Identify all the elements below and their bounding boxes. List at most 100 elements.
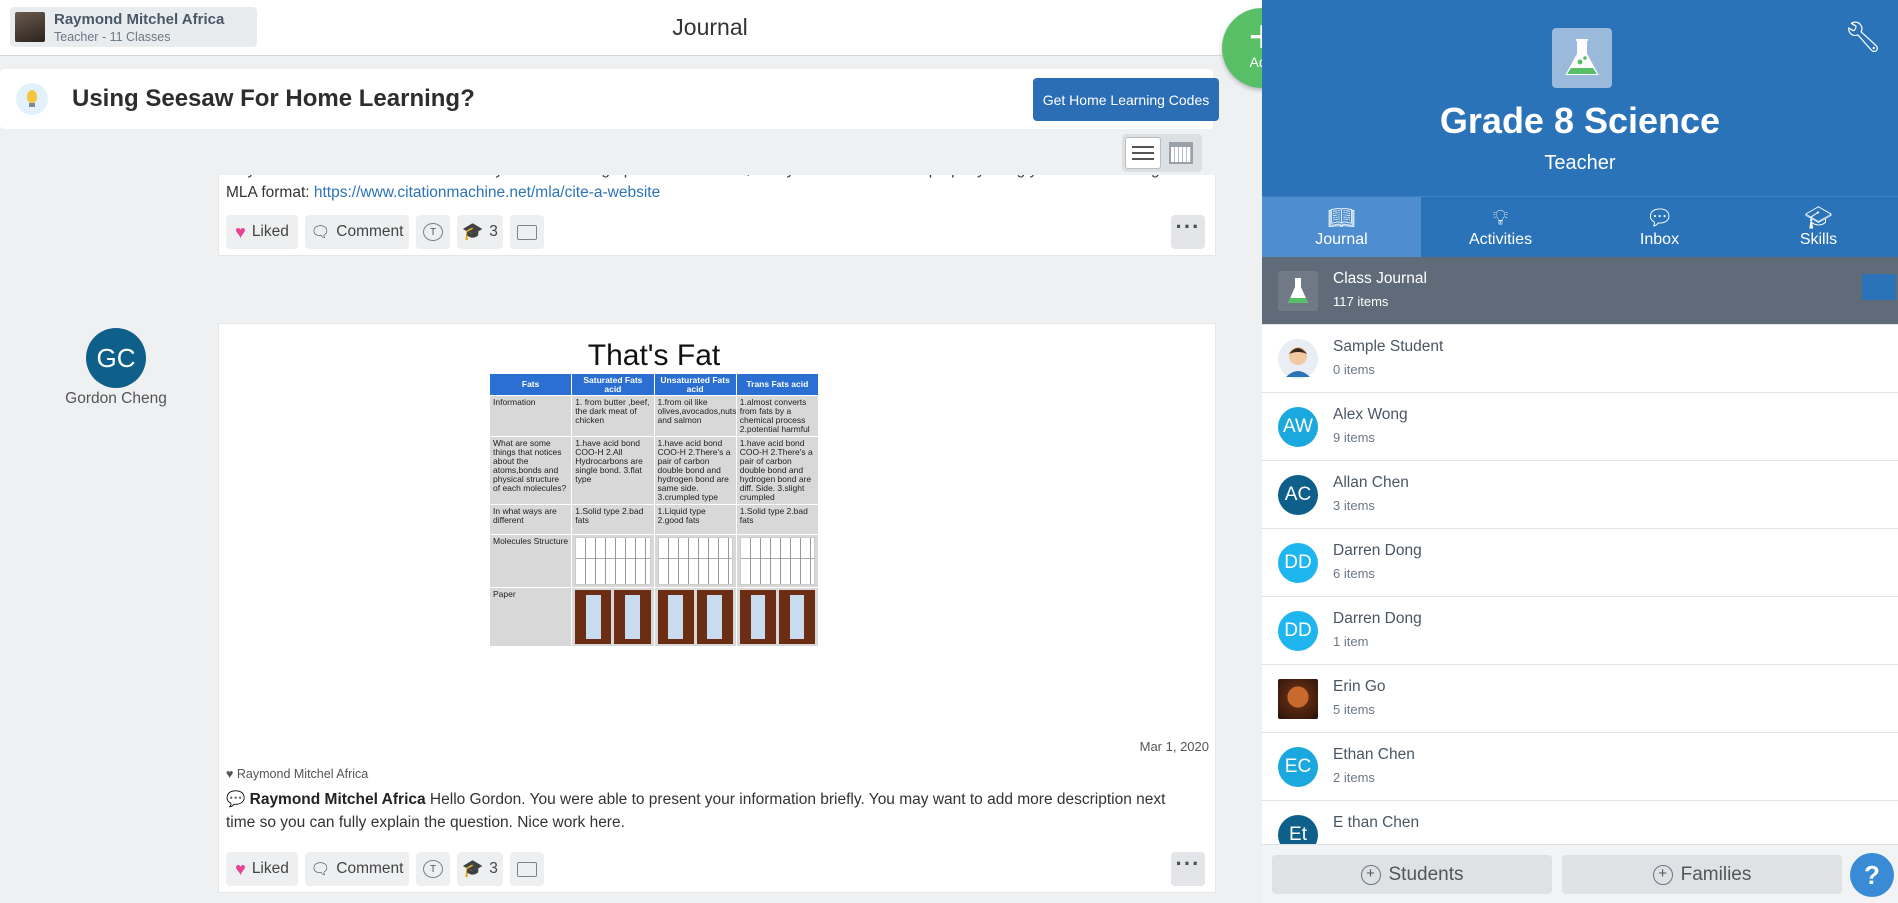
folder-button[interactable] (510, 852, 544, 886)
liked-by: ♥ Raymond Mitchel Africa (226, 767, 368, 781)
student-list: Class Journal 117 items Sample Student 0… (1262, 257, 1898, 844)
table-cell: 1.from oil like olives,avocados,nuts and… (653, 395, 737, 437)
book-icon: 📖︎ (1327, 205, 1356, 230)
more-options-button[interactable]: ··· (1171, 215, 1205, 249)
top-bar: Raymond Mitchel Africa Teacher - 11 Clas… (0, 0, 1262, 56)
tab-skills[interactable]: 🎓︎ Skills (1739, 197, 1898, 257)
avatar: DD (1278, 543, 1318, 583)
teacher-comment: 💬 Raymond Mitchel Africa Hello Gordon. Y… (226, 788, 1191, 834)
tab-journal[interactable]: 📖︎ Journal (1262, 197, 1421, 257)
list-item[interactable]: DD Darren Dong 6 items (1262, 529, 1898, 597)
list-item[interactable]: EC Ethan Chen 2 items (1262, 733, 1898, 801)
avatar: EC (1278, 747, 1318, 787)
list-item[interactable]: Erin Go 5 items (1262, 665, 1898, 733)
paper-photo (571, 587, 655, 647)
author-name: Gordon Cheng (65, 390, 167, 407)
tab-inbox[interactable]: 💬︎ Inbox (1580, 197, 1739, 257)
folder-icon[interactable] (1862, 274, 1896, 300)
tag-button[interactable]: T (416, 215, 450, 249)
tab-label: Inbox (1639, 231, 1680, 248)
item-name: E than Chen (1333, 814, 1420, 831)
plus-circle-icon: + (1360, 864, 1381, 885)
item-name: Ethan Chen (1333, 746, 1415, 763)
view-toggle (1122, 134, 1202, 172)
comment-label: Comment (336, 860, 404, 877)
table-cell: 1. from butter ,beef, the dark meat of c… (571, 395, 655, 437)
author-avatar[interactable]: GC (86, 328, 146, 388)
page-title: Journal (672, 14, 748, 40)
item-name: Class Journal (1333, 270, 1427, 287)
flask-icon (1552, 28, 1612, 88)
item-count: 117 items (1333, 294, 1389, 309)
liked-by-name: Raymond Mitchel Africa (236, 767, 369, 781)
avatar (1278, 339, 1318, 379)
get-home-learning-codes-button[interactable]: Get Home Learning Codes (1033, 78, 1219, 121)
settings-wrench-icon[interactable]: 🔧︎ (1844, 20, 1882, 55)
item-name: Sample Student (1333, 338, 1444, 355)
molecule-diagram (735, 534, 820, 588)
help-button[interactable]: ? (1850, 853, 1894, 897)
comment-button[interactable]: 🗨 Comment (305, 215, 409, 249)
table-cell: 1.have acid bond COO-H 2.There's a pair … (653, 436, 737, 505)
post-actions: ♥ Liked 🗨 Comment T 🎓 3 ··· (226, 215, 1205, 249)
add-students-button[interactable]: + Students (1272, 855, 1552, 894)
folder-icon (517, 224, 537, 240)
folder-button[interactable] (510, 215, 544, 249)
table-cell: Information (488, 395, 573, 437)
tag-icon: T (423, 223, 443, 241)
table-header: Saturated Fats acid (571, 373, 655, 396)
flask-icon (1278, 271, 1318, 311)
students-label: Students (1388, 863, 1464, 885)
tab-activities[interactable]: 💡︎ Activities (1421, 197, 1580, 257)
list-item-class-journal[interactable]: Class Journal 117 items (1262, 257, 1898, 325)
tag-icon: T (423, 860, 443, 878)
table-cell: 1.have acid bond COO-H 2.All Hydrocarbon… (571, 436, 655, 505)
list-item[interactable]: AW Alex Wong 9 items (1262, 393, 1898, 461)
graduation-cap-icon: 🎓 (462, 222, 484, 241)
class-header: 🔧︎ Grade 8 Science Teacher (1262, 0, 1898, 196)
post-actions: ♥ Liked 🗨 Comment T 🎓 3 ··· (226, 852, 1205, 886)
table-cell: Paper (488, 587, 573, 647)
tag-button[interactable]: T (416, 852, 450, 886)
table-cell: 1.have acid bond COO-H 2.There's a pair … (735, 436, 820, 505)
more-options-button[interactable]: ··· (1171, 852, 1205, 886)
comment-button[interactable]: 🗨 Comment (305, 852, 409, 886)
comment-icon: 💬 (226, 791, 246, 808)
list-item[interactable]: AC Allan Chen 3 items (1262, 461, 1898, 529)
skills-button[interactable]: 🎓 3 (457, 215, 503, 249)
list-icon (1132, 146, 1154, 148)
sidebar-footer: + Students + Families ? (1262, 844, 1898, 903)
like-button[interactable]: ♥ Liked (226, 852, 298, 886)
post-card: may want to check out how to effectively… (218, 175, 1216, 256)
infographic-image[interactable]: That's Fat Fats Saturated Fats acid Unsa… (488, 339, 820, 647)
table-cell: Molecules Structure (488, 534, 573, 588)
list-view-button[interactable] (1125, 137, 1161, 169)
skills-count: 3 (489, 223, 498, 240)
item-count: 1 item (1333, 634, 1369, 649)
graduation-cap-icon: 🎓 (462, 859, 484, 878)
like-label: Liked (251, 860, 289, 877)
heart-icon: ♥ (226, 767, 234, 781)
item-name: Darren Dong (1333, 610, 1422, 627)
add-families-button[interactable]: + Families (1562, 855, 1842, 894)
molecule-diagram (571, 534, 655, 588)
calendar-view-button[interactable] (1169, 142, 1193, 164)
post-date: Mar 1, 2020 (1139, 739, 1209, 754)
tab-label: Skills (1799, 231, 1838, 248)
chat-icon: 💬︎ (1645, 205, 1674, 230)
list-item[interactable]: DD Darren Dong 1 item (1262, 597, 1898, 665)
class-role: Teacher (1544, 152, 1616, 174)
comment-author: Raymond Mitchel Africa (249, 791, 426, 808)
list-item[interactable]: Sample Student 0 items (1262, 325, 1898, 393)
table-header: Trans Fats acid (735, 373, 820, 396)
citation-link[interactable]: https://www.citationmachine.net/mla/cite… (314, 184, 660, 201)
list-item[interactable]: Et E than Chen (1262, 801, 1898, 844)
table-cell: In what ways are different (488, 504, 573, 535)
like-button[interactable]: ♥ Liked (226, 215, 298, 249)
class-tabs: 📖︎ Journal 💡︎ Activities 💬︎ Inbox 🎓︎ Skills (1262, 196, 1898, 257)
plus-circle-icon: + (1652, 864, 1673, 885)
lightbulb-icon: 💡︎ (1492, 205, 1509, 230)
avatar: AW (1278, 407, 1318, 447)
avatar: AC (1278, 475, 1318, 515)
skills-button[interactable]: 🎓 3 (457, 852, 503, 886)
